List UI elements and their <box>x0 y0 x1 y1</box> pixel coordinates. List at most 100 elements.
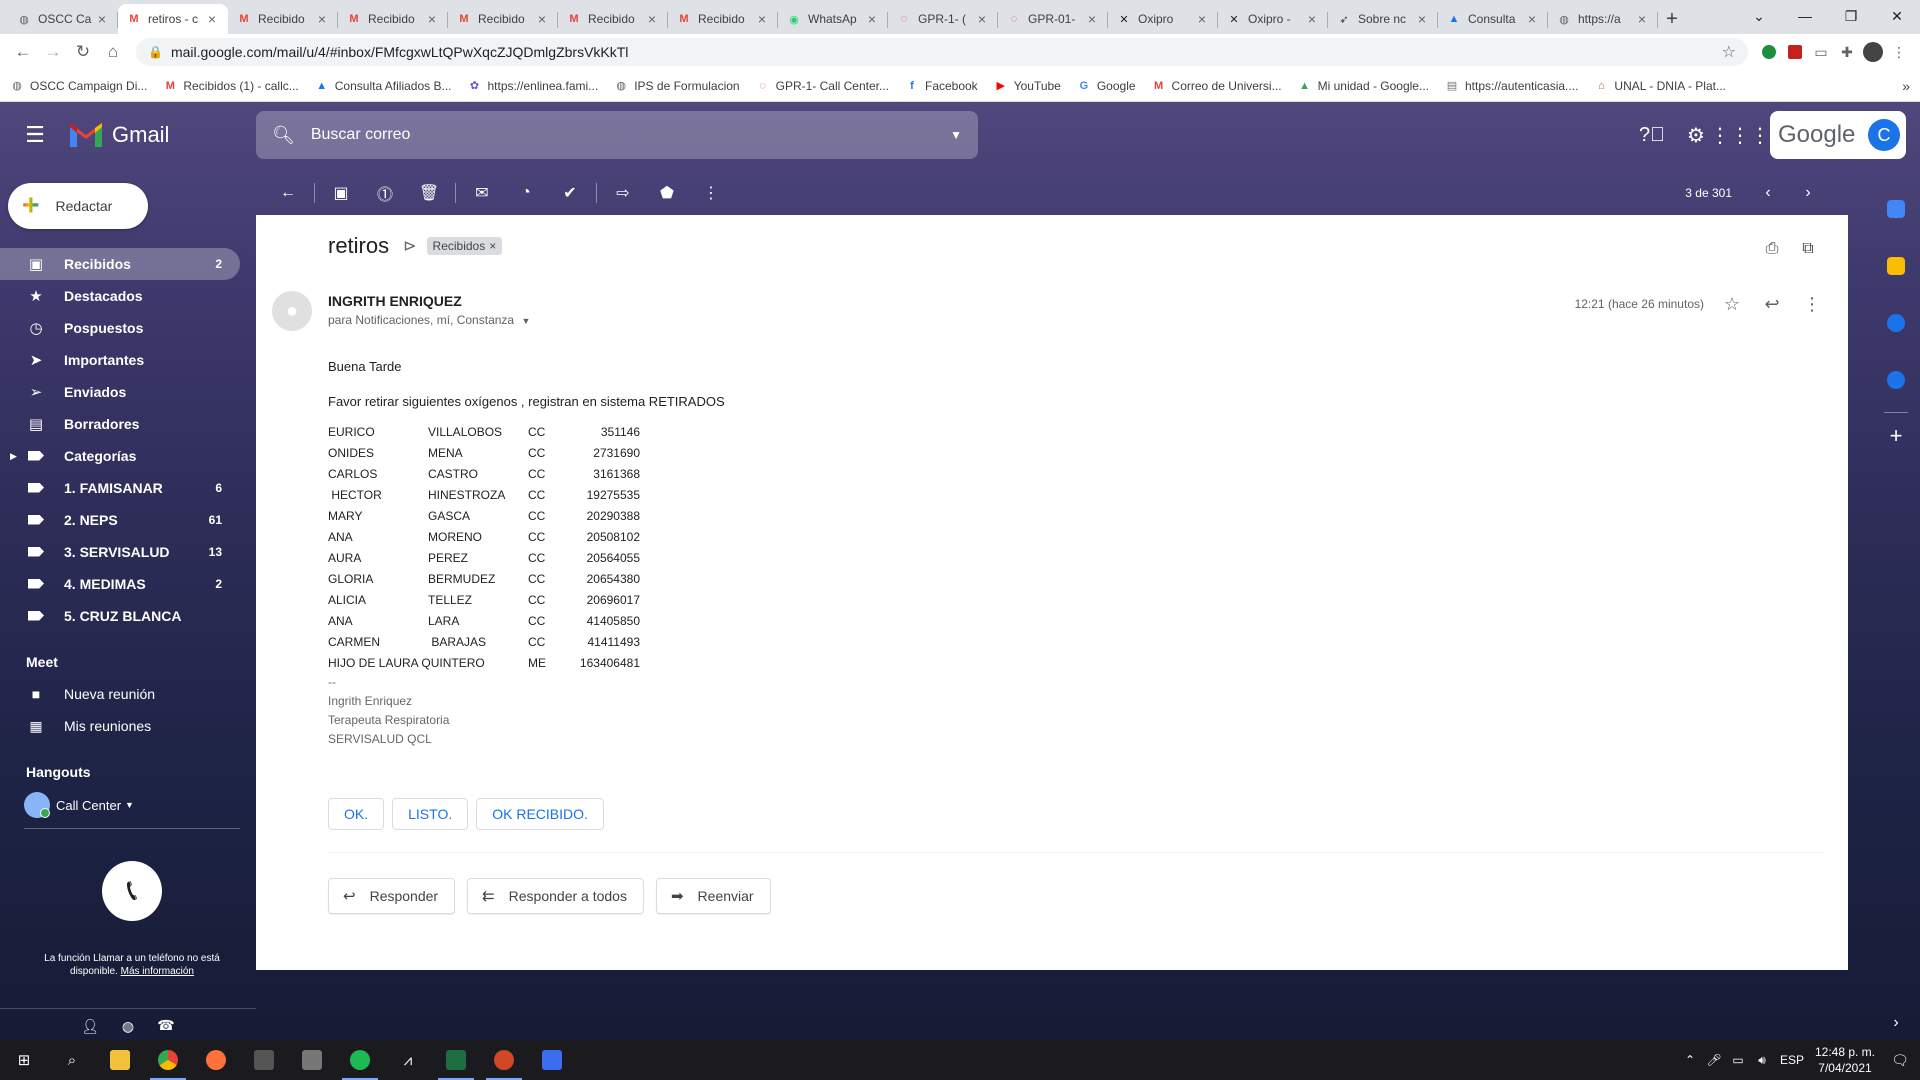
close-tab-icon[interactable]: × <box>314 11 330 27</box>
input-language[interactable]: ESP <box>1774 1053 1810 1067</box>
mark-unread-icon[interactable]: ✉ <box>460 173 504 213</box>
bookmark-item[interactable]: ◍ IPS de Formulacion <box>614 79 739 93</box>
keep-icon[interactable] <box>1876 246 1916 286</box>
bookmark-item[interactable]: ▲ Consulta Afiliados B... <box>315 79 451 93</box>
gmail-logo[interactable]: Gmail <box>68 121 169 149</box>
sidebar-item-importantes[interactable]: ➤ Importantes <box>0 344 240 376</box>
tab[interactable]: M Recibido × <box>558 4 668 34</box>
address-bar[interactable]: 🔒 mail.google.com/mail/u/4/#inbox/FMfcgx… <box>136 38 1748 66</box>
tab[interactable]: ◍ https://a × <box>1548 4 1658 34</box>
sidebar-item-borradores[interactable]: ▤ Borradores <box>0 408 240 440</box>
sidebar-item-categorías[interactable]: ▶ Categorías <box>0 440 240 472</box>
chat-bubble-icon[interactable]: ◍ <box>109 1012 147 1042</box>
restore-button[interactable]: ❐ <box>1828 0 1874 32</box>
calculator-icon[interactable] <box>288 1040 336 1080</box>
bookmark-item[interactable]: ◌ GPR-1- Call Center... <box>756 79 889 93</box>
file-explorer-icon[interactable] <box>96 1040 144 1080</box>
close-tab-icon[interactable]: × <box>1084 11 1100 27</box>
newer-chevron-icon[interactable]: ‹ <box>1748 184 1788 202</box>
main-menu-icon[interactable]: ☰ <box>18 118 52 152</box>
sender-name[interactable]: INGRITH ENRIQUEZ <box>328 293 462 309</box>
expand-caret-icon[interactable]: ▶ <box>10 451 17 462</box>
close-tab-icon[interactable]: × <box>1524 11 1540 27</box>
smart-reply-chip[interactable]: OK RECIBIDO. <box>476 798 604 830</box>
clock[interactable]: 12:48 p. m. 7/04/2021 <box>1810 1044 1880 1076</box>
tab[interactable]: ◉ WhatsAp × <box>778 4 888 34</box>
reload-icon[interactable]: ↻ <box>68 37 98 67</box>
close-tab-icon[interactable]: × <box>1304 11 1320 27</box>
new-meeting-item[interactable]: ■ Nueva reunión <box>0 678 256 710</box>
phone-tab-icon[interactable]: ☎ <box>147 1012 185 1042</box>
get-addons-plus-icon[interactable]: + <box>1890 423 1903 449</box>
sidebar-item-enviados[interactable]: ➢ Enviados <box>0 376 240 408</box>
contacts-icon[interactable] <box>1876 360 1916 400</box>
microphone-icon[interactable]: 🎤︎ <box>1702 1053 1726 1067</box>
add-task-icon[interactable]: ✔ <box>548 173 592 213</box>
remove-label-icon[interactable]: × <box>489 239 496 253</box>
reply-icon[interactable]: ↩ <box>1752 289 1792 319</box>
hide-side-panel-icon[interactable]: › <box>1893 1014 1898 1032</box>
sidebar-item-2-neps[interactable]: 2. NEPS 61 <box>0 504 240 536</box>
tasks-icon[interactable] <box>1876 303 1916 343</box>
account-avatar[interactable]: C <box>1868 119 1900 151</box>
labels-icon[interactable]: ⬟ <box>645 173 689 213</box>
bookmark-item[interactable]: ◍ OSCC Campaign Di... <box>10 79 147 93</box>
close-tab-icon[interactable]: × <box>754 11 770 27</box>
firefox-icon[interactable] <box>192 1040 240 1080</box>
tab[interactable]: ▲ Consulta × <box>1438 4 1548 34</box>
home-icon[interactable]: ⌂ <box>98 37 128 67</box>
spotify-icon[interactable] <box>336 1040 384 1080</box>
search-options-icon[interactable]: ▼ <box>950 128 962 142</box>
apps-grid-icon[interactable]: ⋮⋮⋮ <box>1710 113 1770 157</box>
close-tab-icon[interactable]: × <box>974 11 990 27</box>
back-icon[interactable]: ← <box>8 37 38 67</box>
bookmark-item[interactable]: f Facebook <box>905 79 978 93</box>
close-tab-icon[interactable]: × <box>1194 11 1210 27</box>
tab[interactable]: M Recibido × <box>338 4 448 34</box>
close-tab-icon[interactable]: × <box>644 11 660 27</box>
sidebar-item-3-servisalud[interactable]: 3. SERVISALUD 13 <box>0 536 240 568</box>
tab[interactable]: ✕ Oxipro × <box>1108 4 1218 34</box>
contacts-person-icon[interactable]: 👤︎ <box>71 1012 109 1042</box>
forward-button[interactable]: ➡ Reenviar <box>655 878 771 914</box>
bookmarks-overflow-icon[interactable]: » <box>1902 78 1910 94</box>
chrome-icon[interactable] <box>144 1040 192 1080</box>
move-to-icon[interactable]: ⇨ <box>601 173 645 213</box>
tray-chevron-icon[interactable]: ⌃ <box>1678 1053 1702 1067</box>
reply-button[interactable]: ↩ Responder <box>328 878 456 914</box>
search-icon[interactable]: 🔍︎ <box>272 125 295 146</box>
bookmark-item[interactable]: ⌂ UNAL - DNIA - Plat... <box>1594 79 1726 93</box>
report-spam-icon[interactable]: ⓵ <box>363 173 407 213</box>
show-details-caret-icon[interactable]: ▼ <box>521 316 530 326</box>
sidebar-item-1-famisanar[interactable]: 1. FAMISANAR 6 <box>0 472 240 504</box>
acrobat-icon[interactable] <box>528 1040 576 1080</box>
sidebar-item-5-cruz-blanca[interactable]: 5. CRUZ BLANCA <box>0 600 240 632</box>
reply-all-button[interactable]: ⇇ Responder a todos <box>467 878 644 914</box>
bookmark-item[interactable]: G Google <box>1077 79 1136 93</box>
app-icon[interactable]: ⩘ <box>384 1040 432 1080</box>
archive-icon[interactable]: ▣ <box>319 173 363 213</box>
print-icon[interactable]: ⎙ <box>1754 237 1790 261</box>
hangouts-user-switcher[interactable]: Call Center ▼ <box>0 788 256 822</box>
extension-icon[interactable]: ▭ <box>1808 39 1834 65</box>
snooze-icon[interactable]: ◔ <box>504 173 548 213</box>
google-account-badge[interactable]: Google C <box>1770 111 1906 159</box>
excel-icon[interactable] <box>432 1040 480 1080</box>
tab[interactable]: ◌ GPR-01- × <box>998 4 1108 34</box>
smart-reply-chip[interactable]: LISTO. <box>392 798 469 830</box>
tab[interactable]: ◍ OSCC Ca × <box>8 4 118 34</box>
calendar-icon[interactable] <box>1876 189 1916 229</box>
search-taskbar-icon[interactable]: ⌕ <box>48 1040 96 1080</box>
puzzle-icon[interactable]: ✚ <box>1834 39 1860 65</box>
bookmark-item[interactable]: M Recibidos (1) - callc... <box>163 79 299 93</box>
forward-icon[interactable]: → <box>38 37 68 67</box>
bookmark-item[interactable]: ▲ Mi unidad - Google... <box>1298 79 1429 93</box>
new-tab-button[interactable]: + <box>1658 4 1686 34</box>
app-icon[interactable] <box>240 1040 288 1080</box>
windows-start-icon[interactable]: ⊞ <box>0 1040 48 1080</box>
more-vert-icon[interactable]: ⋮ <box>1886 39 1912 65</box>
powerpoint-icon[interactable] <box>480 1040 528 1080</box>
my-meetings-item[interactable]: ▦ Mis reuniones <box>0 710 256 742</box>
tab-active[interactable]: Mretiros - c × <box>118 4 228 34</box>
bookmark-item[interactable]: ▶ YouTube <box>994 79 1060 93</box>
